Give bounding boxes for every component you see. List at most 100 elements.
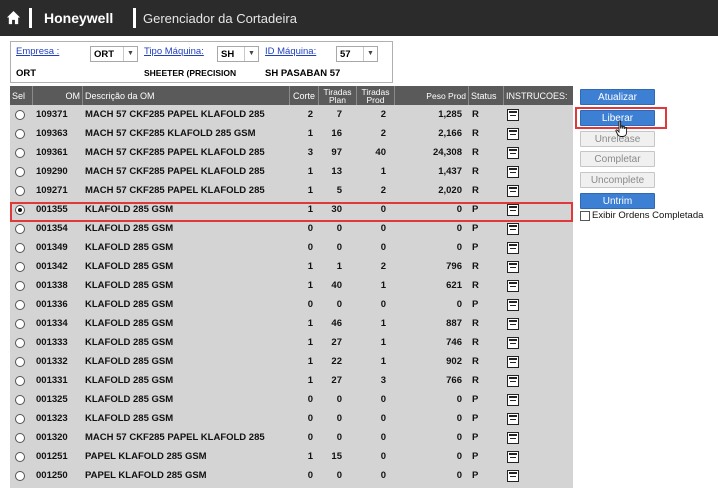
row-select-radio[interactable] xyxy=(15,205,25,215)
instrucoes-icon[interactable] xyxy=(507,147,519,159)
uncomplete-button[interactable]: Uncomplete xyxy=(580,172,655,188)
table-row[interactable]: 109363 MACH 57 CKF285 KLAFOLD 285 GSM 1 16 2… xyxy=(10,125,573,144)
row-select-radio[interactable] xyxy=(15,319,25,329)
table-row[interactable]: 109271 MACH 57 CKF285 PAPEL KLAFOLD 285 1 5… xyxy=(10,182,573,201)
col-tiradas-plan: Tiradas Plan xyxy=(318,86,356,105)
cell-corte: 1 xyxy=(307,280,313,291)
instrucoes-icon[interactable] xyxy=(507,128,519,140)
instrucoes-icon[interactable] xyxy=(507,394,519,406)
row-select-radio[interactable] xyxy=(15,300,25,310)
cell-status: R xyxy=(472,128,479,139)
table-row[interactable]: 001336 KLAFOLD 285 GSM 0 0 0 0 P xyxy=(10,296,573,315)
cell-om: 001338 xyxy=(36,280,68,291)
exibir-completadas-checkbox[interactable] xyxy=(580,211,590,221)
cell-descricao: KLAFOLD 285 GSM xyxy=(85,280,174,291)
instrucoes-icon[interactable] xyxy=(507,185,519,197)
completar-button[interactable]: Completar xyxy=(580,151,655,167)
home-icon[interactable] xyxy=(6,10,21,25)
id-maquina-select[interactable]: 57 ▼ xyxy=(336,46,378,62)
table-row[interactable]: 109371 MACH 57 CKF285 PAPEL KLAFOLD 285 2 7… xyxy=(10,106,573,125)
instrucoes-icon[interactable] xyxy=(507,413,519,425)
table-row[interactable]: 001334 KLAFOLD 285 GSM 1 46 1 887 R xyxy=(10,315,573,334)
header-bar: Honeywell Gerenciador da Cortadeira xyxy=(0,0,718,36)
cell-peso-prod: 0 xyxy=(456,242,462,253)
row-select-radio[interactable] xyxy=(15,471,25,481)
hand-cursor-icon xyxy=(615,120,628,137)
row-select-radio[interactable] xyxy=(15,433,25,443)
table-row[interactable]: 001320 MACH 57 CKF285 PAPEL KLAFOLD 285 0 0… xyxy=(10,429,573,448)
row-select-radio[interactable] xyxy=(15,281,25,291)
cell-peso-prod: 24,308 xyxy=(432,147,462,158)
instrucoes-icon[interactable] xyxy=(507,166,519,178)
instrucoes-icon[interactable] xyxy=(507,299,519,311)
table-row[interactable]: 109290 MACH 57 CKF285 PAPEL KLAFOLD 285 1 1… xyxy=(10,163,573,182)
cell-peso-prod: 902 xyxy=(446,356,462,367)
chevron-down-icon: ▼ xyxy=(123,47,137,61)
cell-corte: 0 xyxy=(307,413,313,424)
instrucoes-icon[interactable] xyxy=(507,432,519,444)
cell-status: P xyxy=(472,204,479,215)
tipo-maquina-display: SHEETER (PRECISION xyxy=(144,68,237,78)
tipo-maquina-select[interactable]: SH ▼ xyxy=(217,46,259,62)
cell-om: 001355 xyxy=(36,204,68,215)
cell-descricao: MACH 57 CKF285 PAPEL KLAFOLD 285 xyxy=(85,166,265,177)
cell-tiradas-plan: 13 xyxy=(331,166,342,177)
table-row[interactable]: 001355 KLAFOLD 285 GSM 1 30 0 0 P xyxy=(10,201,573,220)
table-row[interactable]: 001331 KLAFOLD 285 GSM 1 27 3 766 R xyxy=(10,372,573,391)
row-select-radio[interactable] xyxy=(15,262,25,272)
table-row[interactable]: 001338 KLAFOLD 285 GSM 1 40 1 621 R xyxy=(10,277,573,296)
instrucoes-icon[interactable] xyxy=(507,337,519,349)
table-row[interactable]: 001250 PAPEL KLAFOLD 285 GSM 0 0 0 0 P xyxy=(10,467,573,486)
table-row[interactable]: 109361 MACH 57 CKF285 PAPEL KLAFOLD 285 3 9… xyxy=(10,144,573,163)
cell-peso-prod: 0 xyxy=(456,223,462,234)
instrucoes-icon[interactable] xyxy=(507,375,519,387)
instrucoes-icon[interactable] xyxy=(507,318,519,330)
row-select-radio[interactable] xyxy=(15,167,25,177)
row-select-radio[interactable] xyxy=(15,148,25,158)
row-select-radio[interactable] xyxy=(15,186,25,196)
instrucoes-icon[interactable] xyxy=(507,451,519,463)
row-select-radio[interactable] xyxy=(15,452,25,462)
table-row[interactable]: 001349 KLAFOLD 285 GSM 0 0 0 0 P xyxy=(10,239,573,258)
untrim-button[interactable]: Untrim xyxy=(580,193,655,209)
table-row[interactable]: 001342 KLAFOLD 285 GSM 1 1 2 796 R xyxy=(10,258,573,277)
row-select-radio[interactable] xyxy=(15,243,25,253)
id-maquina-link[interactable]: ID Máquina: xyxy=(265,46,316,57)
col-status: Status xyxy=(468,86,503,105)
empresa-link[interactable]: Empresa : xyxy=(16,46,59,57)
instrucoes-icon[interactable] xyxy=(507,109,519,121)
cell-tiradas-plan: 22 xyxy=(331,356,342,367)
table-row[interactable]: 001333 KLAFOLD 285 GSM 1 27 1 746 R xyxy=(10,334,573,353)
instrucoes-icon[interactable] xyxy=(507,223,519,235)
row-select-radio[interactable] xyxy=(15,224,25,234)
instrucoes-icon[interactable] xyxy=(507,280,519,292)
row-select-radio[interactable] xyxy=(15,338,25,348)
cell-corte: 1 xyxy=(307,337,313,348)
row-select-radio[interactable] xyxy=(15,414,25,424)
instrucoes-icon[interactable] xyxy=(507,204,519,216)
cell-tiradas-plan: 0 xyxy=(336,299,342,310)
tipo-maquina-link[interactable]: Tipo Máquina: xyxy=(144,46,204,57)
instrucoes-icon[interactable] xyxy=(507,242,519,254)
table-row[interactable]: 001354 KLAFOLD 285 GSM 0 0 0 0 P xyxy=(10,220,573,239)
cell-status: P xyxy=(472,470,479,481)
cell-tiradas-plan: 0 xyxy=(336,394,342,405)
app-title: Gerenciador da Cortadeira xyxy=(143,11,297,26)
table-row[interactable]: 001323 KLAFOLD 285 GSM 0 0 0 0 P xyxy=(10,410,573,429)
row-select-radio[interactable] xyxy=(15,129,25,139)
cell-peso-prod: 0 xyxy=(456,413,462,424)
atualizar-button[interactable]: Atualizar xyxy=(580,89,655,105)
table-row[interactable]: 001325 KLAFOLD 285 GSM 0 0 0 0 P xyxy=(10,391,573,410)
row-select-radio[interactable] xyxy=(15,376,25,386)
cell-corte: 0 xyxy=(307,470,313,481)
instrucoes-icon[interactable] xyxy=(507,261,519,273)
row-select-radio[interactable] xyxy=(15,357,25,367)
row-select-radio[interactable] xyxy=(15,110,25,120)
table-row[interactable]: 001332 KLAFOLD 285 GSM 1 22 1 902 R xyxy=(10,353,573,372)
table-row[interactable]: 001251 PAPEL KLAFOLD 285 GSM 1 15 0 0 P xyxy=(10,448,573,467)
row-select-radio[interactable] xyxy=(15,395,25,405)
cell-corte: 1 xyxy=(307,451,313,462)
instrucoes-icon[interactable] xyxy=(507,356,519,368)
instrucoes-icon[interactable] xyxy=(507,470,519,482)
empresa-select[interactable]: ORT ▼ xyxy=(90,46,138,62)
